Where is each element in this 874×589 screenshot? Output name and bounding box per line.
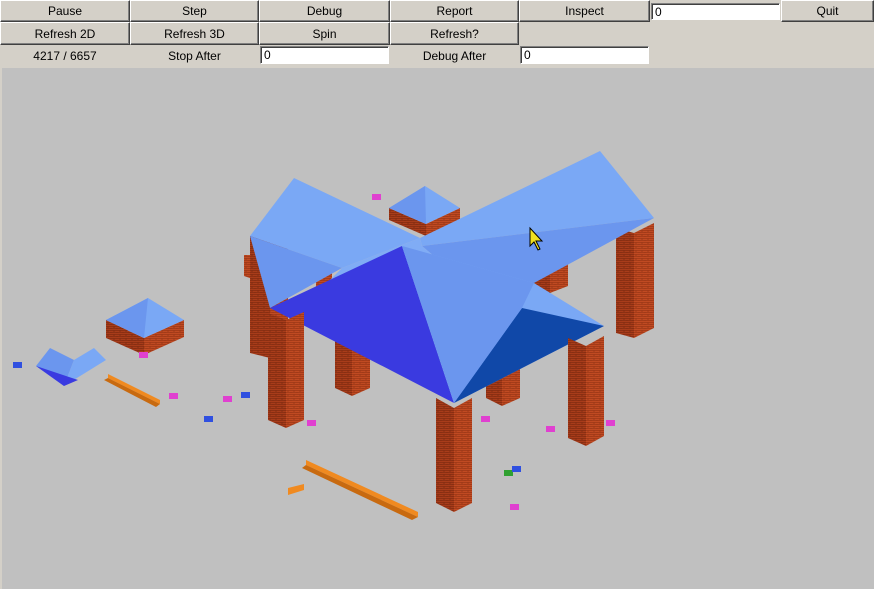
- stop-after-label: Stop After: [168, 49, 221, 63]
- refresh-toggle-button[interactable]: Refresh?: [390, 22, 519, 45]
- scene-canvas[interactable]: [2, 68, 874, 589]
- quit-button[interactable]: Quit: [781, 0, 874, 22]
- left-roof-block: [106, 298, 184, 355]
- left-roof-fragment: [36, 348, 106, 386]
- spin-button[interactable]: Spin: [259, 22, 390, 45]
- pause-button[interactable]: Pause: [0, 0, 130, 22]
- scene-viewport[interactable]: [2, 68, 874, 589]
- refresh-3d-button[interactable]: Refresh 3D: [130, 22, 259, 45]
- debug-after-label: Debug After: [422, 49, 487, 63]
- progress-counter: 4217 / 6657: [33, 49, 97, 63]
- report-button[interactable]: Report: [390, 0, 519, 22]
- stop-after-input[interactable]: [260, 46, 389, 64]
- debug-after-input[interactable]: [520, 46, 649, 64]
- inspect-input[interactable]: [651, 3, 780, 20]
- debug-button[interactable]: Debug: [259, 0, 390, 22]
- step-button[interactable]: Step: [130, 0, 259, 22]
- inspect-button[interactable]: Inspect: [519, 0, 650, 22]
- refresh-2d-button[interactable]: Refresh 2D: [0, 22, 130, 45]
- orange-planks: [104, 374, 418, 520]
